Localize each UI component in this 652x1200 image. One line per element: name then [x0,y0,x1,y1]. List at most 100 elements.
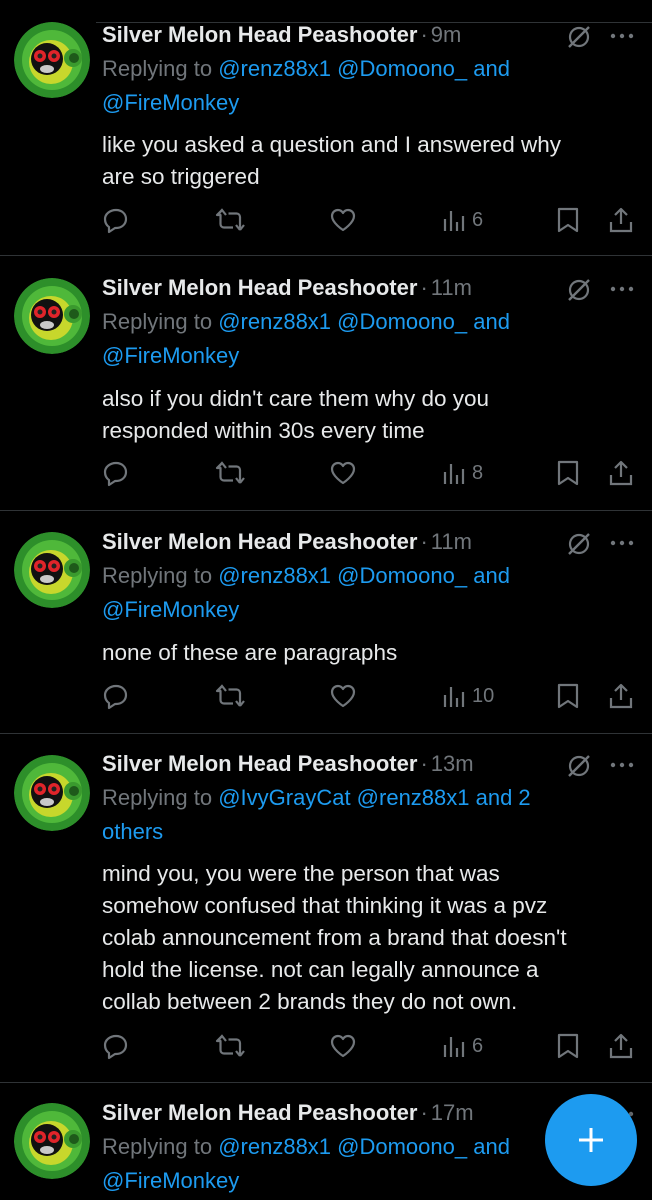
retweet-icon [215,684,245,707]
like-button[interactable] [328,1031,358,1061]
retweet-icon [215,208,245,231]
timestamp[interactable]: 17m [431,1100,474,1126]
bookmark-icon [557,683,579,709]
replying-to: Replying to @renz88x1 @Domoono_ and @Fir… [102,305,602,373]
reply-button[interactable] [102,205,130,235]
views-button[interactable]: 10 [442,681,494,711]
tweet-item[interactable]: Silver Melon Head Peashooter · 11m Reply… [0,256,652,511]
reply-button[interactable] [102,458,130,488]
mention-link[interactable]: @FireMonkey [102,1168,239,1193]
avatar[interactable] [14,278,90,354]
retweet-button[interactable] [214,1031,248,1061]
like-button[interactable] [328,458,358,488]
share-button[interactable] [607,205,635,235]
mention-link[interactable]: @FireMonkey [102,597,239,622]
heart-icon [330,208,356,232]
share-icon [609,460,633,486]
heart-icon [330,1034,356,1058]
replying-to: Replying to @renz88x1 @Domoono_ and @Fir… [102,559,602,627]
retweet-button[interactable] [214,458,248,488]
separator-dot: · [420,1100,428,1125]
replying-prefix: Replying to [102,309,213,334]
analytics-icon [443,464,465,484]
views-button[interactable]: 8 [442,458,483,488]
author-name[interactable]: Silver Melon Head Peashooter [102,1100,417,1126]
share-button[interactable] [607,458,635,488]
more-options-icon[interactable] [607,755,637,775]
grok-icon[interactable] [566,277,592,303]
mention-link[interactable]: others [102,819,163,844]
reply-button[interactable] [102,681,130,711]
mention-link[interactable]: @FireMonkey [102,90,239,115]
tweet-item[interactable]: Silver Melon Head Peashooter · 13m Reply… [0,734,652,1083]
author-name[interactable]: Silver Melon Head Peashooter [102,275,417,301]
avatar[interactable] [14,532,90,608]
views-button[interactable]: 6 [442,1031,483,1061]
bookmark-button[interactable] [555,1031,581,1061]
compose-button[interactable] [545,1094,637,1186]
reply-button[interactable] [102,1031,130,1061]
avatar[interactable] [14,755,90,831]
share-icon [609,207,633,233]
author-name[interactable]: Silver Melon Head Peashooter [102,22,417,48]
replying-to: Replying to @renz88x1 @Domoono_ and @Fir… [102,1130,602,1198]
tweet-item[interactable]: Silver Melon Head Peashooter · 9m Replyi… [0,0,652,256]
mention-link[interactable]: @IvyGrayCat @renz88x1 and 2 [218,785,530,810]
mention-link[interactable]: @renz88x1 @Domoono_ and [218,56,510,81]
mention-link[interactable]: @FireMonkey [102,343,239,368]
replying-to: Replying to @renz88x1 @Domoono_ and @Fir… [102,52,602,120]
action-bar: 10 [102,681,642,711]
replying-prefix: Replying to [102,563,213,588]
views-count: 10 [472,684,495,707]
reply-icon [103,1034,128,1060]
separator-dot: · [420,529,428,554]
reply-icon [103,208,128,234]
replying-prefix: Replying to [102,785,213,810]
bookmark-icon [557,1033,579,1059]
retweet-icon [215,1034,245,1057]
grok-icon[interactable] [566,753,592,779]
grok-icon[interactable] [566,24,592,50]
bookmark-button[interactable] [555,681,581,711]
grok-icon[interactable] [566,531,592,557]
more-options-icon[interactable] [607,279,637,299]
views-count: 6 [472,208,484,231]
replying-prefix: Replying to [102,1134,213,1159]
avatar[interactable] [14,1103,90,1179]
mention-link[interactable]: @renz88x1 @Domoono_ and [218,563,510,588]
replying-to: Replying to @IvyGrayCat @renz88x1 and 2 … [102,781,602,849]
more-options-icon[interactable] [607,26,637,46]
author-name[interactable]: Silver Melon Head Peashooter [102,529,417,555]
bookmark-button[interactable] [555,458,581,488]
retweet-button[interactable] [214,681,248,711]
mention-link[interactable]: @renz88x1 @Domoono_ and [218,309,510,334]
separator-dot: · [420,22,428,47]
separator-dot: · [420,275,428,300]
more-options-icon[interactable] [607,533,637,553]
share-button[interactable] [607,681,635,711]
author-name[interactable]: Silver Melon Head Peashooter [102,751,417,777]
avatar[interactable] [14,22,90,98]
timestamp[interactable]: 11m [431,275,472,301]
tweet-text: mind you, you were the person that was s… [102,861,567,1014]
tweet-text: none of these are paragraphs [102,640,398,665]
share-button[interactable] [607,1031,635,1061]
heart-icon [330,461,356,485]
views-count: 6 [472,1034,484,1057]
bookmark-button[interactable] [555,205,581,235]
retweet-icon [215,461,245,484]
timestamp[interactable]: 13m [431,751,474,777]
action-bar: 8 [102,458,642,488]
like-button[interactable] [328,681,358,711]
timestamp[interactable]: 9m [431,22,462,48]
tweet-item[interactable]: Silver Melon Head Peashooter · 11m Reply… [0,511,652,734]
retweet-button[interactable] [214,205,248,235]
like-button[interactable] [328,205,358,235]
analytics-icon [443,687,465,707]
mention-link[interactable]: @renz88x1 @Domoono_ and [218,1134,510,1159]
bookmark-icon [557,207,579,233]
timestamp[interactable]: 11m [431,529,472,555]
action-bar: 6 [102,205,642,235]
share-icon [609,1033,633,1059]
views-button[interactable]: 6 [442,205,483,235]
